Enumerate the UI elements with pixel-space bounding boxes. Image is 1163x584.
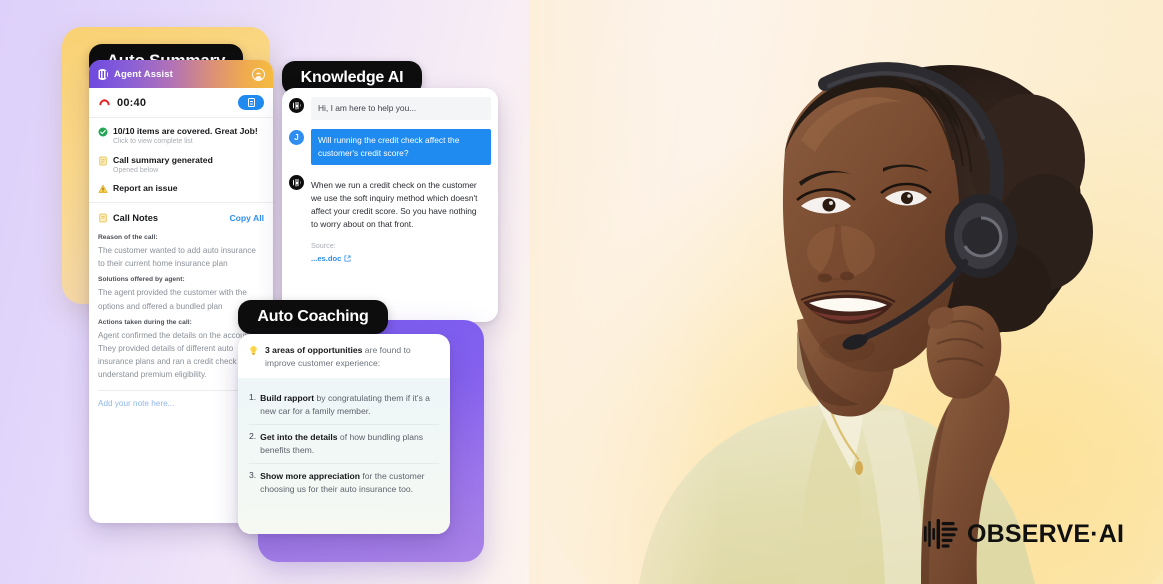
chat-message-bot-greeting: Hi, I am here to help you... (289, 97, 491, 121)
knowledge-ai-panel: Hi, I am here to help you... J Will runn… (282, 88, 498, 322)
transcript-button[interactable] (238, 95, 264, 110)
auto-coaching-panel: 3 areas of opportunities are found to im… (238, 334, 450, 534)
knowledge-ai-chat: Hi, I am here to help you... J Will runn… (282, 88, 498, 263)
source-link-label: ...es.doc (311, 254, 342, 264)
source-label: Source: (311, 241, 336, 251)
status-item-report-issue[interactable]: Report an issue (98, 183, 264, 194)
notes-icon (99, 213, 107, 223)
coaching-item-2[interactable]: 2. Get into the details of how bundling … (249, 423, 439, 463)
coaching-intro-text: 3 areas of opportunities are found to im… (265, 344, 439, 370)
agent-photo (463, 0, 1163, 584)
coaching-item-2-bold: Get into the details (260, 431, 338, 442)
coaching-item-3-bold: Show more appreciation (260, 471, 360, 482)
coaching-item-2-text: Get into the details of how bundling pla… (260, 431, 439, 457)
call-notes-header: Call Notes Copy All (89, 203, 273, 228)
call-notes-title: Call Notes (113, 212, 158, 223)
coaching-item-1-number: 1. (249, 391, 257, 402)
observe-brand-icon (97, 68, 108, 80)
coaching-opportunities-list: 1. Build rapport by congratulating them … (238, 377, 450, 534)
agent-assist-title: Agent Assist (114, 68, 173, 80)
observe-ai-logo: OBSERVE·AI (924, 519, 1124, 549)
chat-message-user-question-text: Will running the credit check affect the… (311, 129, 491, 166)
user-avatar-initial: J (289, 130, 304, 146)
coaching-item-3-text: Show more appreciation for the customer … (260, 470, 439, 496)
status-item-report-issue-title: Report an issue (113, 183, 178, 194)
chat-message-bot-greeting-text: Hi, I am here to help you... (311, 97, 491, 121)
status-item-coverage-sub: Click to view complete list (113, 138, 193, 146)
coaching-item-1-text: Build rapport by congratulating them if … (260, 392, 439, 418)
coaching-item-2-number: 2. (249, 430, 257, 441)
waveform-icon (924, 519, 958, 549)
call-status-bar: 00:40 (89, 88, 273, 118)
hangup-phone-icon (99, 99, 110, 106)
chat-message-user-question: J Will running the credit check affect t… (289, 129, 491, 166)
external-link-icon (344, 255, 351, 262)
observe-ai-logo-text: OBSERVE·AI (967, 519, 1125, 548)
chat-message-bot-answer: When we run a credit check on the custom… (289, 174, 491, 263)
status-item-coverage[interactable]: 10/10 items are covered. Great Job! Clic… (98, 126, 264, 147)
agent-assist-header: Agent Assist (89, 60, 273, 88)
status-list: 10/10 items are covered. Great Job! Clic… (89, 118, 273, 204)
status-item-coverage-title: 10/10 items are covered. Great Job! (113, 126, 258, 136)
status-item-summary[interactable]: Call summary generated Opened below (98, 155, 264, 176)
note-text-reason: The customer wanted to add auto insuranc… (98, 246, 256, 269)
warning-triangle-icon (98, 185, 108, 194)
user-avatar-icon[interactable] (252, 67, 265, 81)
note-heading-reason: Reason of the call: (98, 234, 158, 242)
call-timer: 00:40 (117, 96, 147, 109)
coaching-item-1-bold: Build rapport (260, 392, 315, 403)
tab-knowledge-ai-label: Knowledge AI (300, 69, 404, 86)
document-icon (99, 156, 107, 166)
coaching-intro-bold: 3 areas of opportunities (265, 345, 363, 355)
coaching-intro: 3 areas of opportunities are found to im… (238, 334, 450, 378)
tab-auto-coaching-label: Auto Coaching (257, 308, 369, 325)
bot-avatar-icon (289, 98, 304, 113)
coaching-item-1[interactable]: 1. Build rapport by congratulating them … (249, 386, 439, 424)
check-circle-icon (98, 127, 108, 137)
transcript-icon (247, 98, 255, 107)
bot-avatar-icon (289, 175, 304, 191)
copy-all-button[interactable]: Copy All (229, 213, 264, 223)
tab-auto-coaching[interactable]: Auto Coaching (238, 300, 388, 334)
chat-message-bot-answer-text: When we run a credit check on the custom… (311, 174, 491, 237)
status-item-summary-title: Call summary generated (113, 154, 213, 165)
coaching-item-3[interactable]: 3. Show more appreciation for the custom… (249, 463, 439, 502)
lightbulb-icon (250, 346, 257, 356)
status-item-summary-sub: Opened below (113, 166, 159, 174)
source-link[interactable]: ...es.doc (311, 254, 491, 263)
note-heading-solutions: Solutions offered by agent: (98, 276, 185, 284)
coaching-item-3-number: 3. (249, 470, 257, 481)
